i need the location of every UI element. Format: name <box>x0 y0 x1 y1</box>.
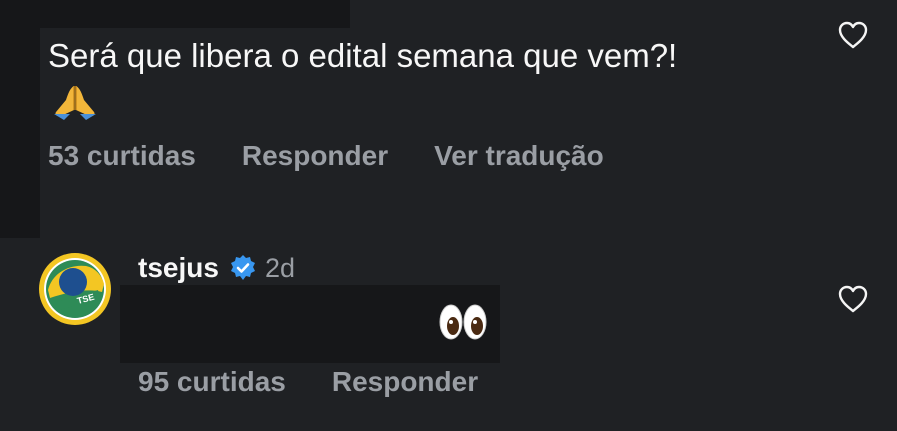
timestamp: 2d <box>264 252 295 283</box>
reply-button[interactable]: Responder <box>332 366 478 398</box>
like-heart-icon[interactable] <box>837 20 869 50</box>
like-heart-icon[interactable] <box>837 284 869 314</box>
reply-button[interactable]: Responder <box>242 140 388 172</box>
folded-hands-icon <box>54 86 96 120</box>
eyes-icon <box>439 304 487 340</box>
redacted-area <box>40 0 350 28</box>
reply-header: tsejus 2d <box>138 252 295 284</box>
likes-count-link[interactable]: 53 curtidas <box>48 140 196 172</box>
reply-actions: 95 curtidas Responder <box>138 366 524 398</box>
verified-badge-icon <box>230 255 255 280</box>
redacted-area <box>0 0 40 238</box>
likes-count-link[interactable]: 95 curtidas <box>138 366 286 398</box>
translate-button[interactable]: Ver tradução <box>434 140 604 172</box>
comment-thread: Será que libera o edital semana que vem?… <box>0 0 897 431</box>
username-link[interactable]: tsejus <box>138 252 219 284</box>
comment-actions: 53 curtidas Responder Ver tradução <box>48 140 650 172</box>
avatar[interactable]: TSE <box>38 252 112 326</box>
comment-text: Será que libera o edital semana que vem?… <box>48 37 678 74</box>
